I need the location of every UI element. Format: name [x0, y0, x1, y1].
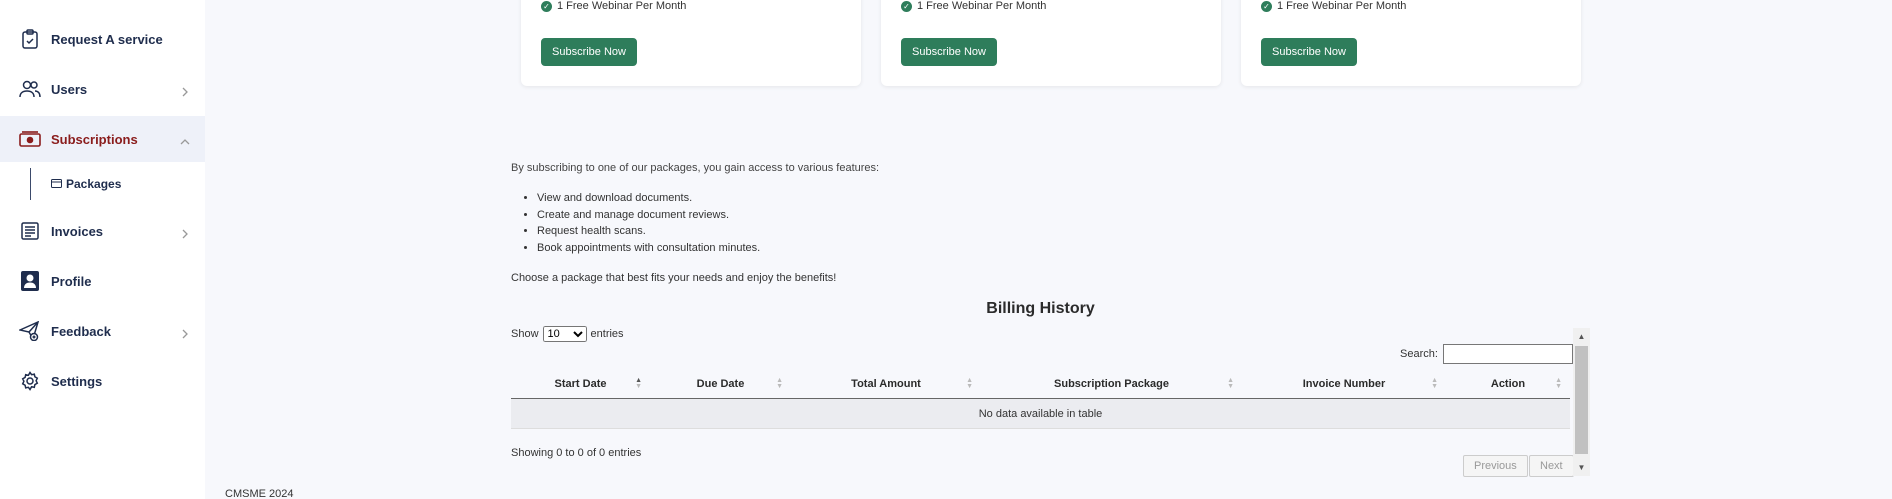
sidebar-item-users[interactable]: Users	[0, 66, 205, 112]
users-icon	[19, 78, 41, 100]
plan-feature: ✓ 1 Free Webinar Per Month	[901, 0, 1046, 12]
list-item: Book appointments with consultation minu…	[537, 240, 760, 257]
sidebar-subitem-label: Packages	[66, 177, 122, 191]
previous-button[interactable]: Previous	[1463, 455, 1528, 477]
intro-text: By subscribing to one of our packages, y…	[511, 162, 880, 174]
next-button[interactable]: Next	[1529, 455, 1574, 477]
feature-list: View and download documents. Create and …	[537, 190, 760, 256]
sort-asc-icon: ▲ ▼	[635, 377, 642, 390]
plan-feature: ✓ 1 Free Webinar Per Month	[541, 0, 686, 12]
clipboard-icon	[19, 28, 41, 50]
column-header-invoice-number[interactable]: Invoice Number ▲ ▼	[1242, 370, 1446, 398]
sidebar-item-label: Invoices	[51, 223, 104, 239]
list-item: View and download documents.	[537, 190, 760, 207]
plan-card: ✓ 1 Free Webinar Per Month Subscribe Now	[881, 0, 1221, 86]
sort-icon: ▲ ▼	[776, 377, 783, 390]
scroll-down-icon[interactable]: ▼	[1573, 459, 1590, 476]
subscribe-button[interactable]: Subscribe Now	[901, 38, 997, 66]
column-header-subscription-package[interactable]: Subscription Package ▲ ▼	[981, 370, 1242, 398]
footer-text: CMSME 2024	[225, 488, 294, 499]
scroll-up-icon[interactable]: ▲	[1573, 328, 1590, 345]
sidebar: Request A service Users Subscriptions Pa…	[0, 0, 205, 499]
entries-length-control: Show 10 entries	[511, 326, 624, 342]
billing-title: Billing History	[986, 300, 1095, 317]
entries-label: entries	[590, 328, 624, 340]
sidebar-item-label: Subscriptions	[51, 131, 138, 147]
sidebar-item-profile[interactable]: Profile	[0, 258, 205, 304]
subscribe-button[interactable]: Subscribe Now	[1261, 38, 1357, 66]
profile-icon	[19, 270, 41, 292]
sort-icon: ▲ ▼	[1431, 377, 1438, 390]
gear-icon	[19, 370, 41, 392]
scrollbar-thumb[interactable]	[1575, 346, 1588, 454]
plan-feature: ✓ 1 Free Webinar Per Month	[1261, 0, 1406, 12]
billing-table: Start Date ▲ ▼ Due Date ▲ ▼ Total Amount ▲…	[511, 370, 1570, 429]
sidebar-item-label: Feedback	[51, 323, 111, 339]
sidebar-item-request-service[interactable]: Request A service	[0, 16, 205, 62]
column-header-action[interactable]: Action ▲ ▼	[1446, 370, 1570, 398]
sidebar-item-feedback[interactable]: Feedback	[0, 308, 205, 354]
list-item: Request health scans.	[537, 223, 760, 240]
search-label: Search:	[1400, 348, 1438, 360]
search-input[interactable]	[1442, 344, 1573, 364]
list-item: Create and manage document reviews.	[537, 207, 760, 224]
table-header: Start Date ▲ ▼ Due Date ▲ ▼ Total Amount ▲…	[511, 370, 1570, 399]
sidebar-item-label: Profile	[51, 273, 92, 289]
table-info: Showing 0 to 0 of 0 entries	[511, 447, 642, 459]
sidebar-item-label: Request A service	[51, 31, 163, 47]
sort-icon: ▲ ▼	[1227, 377, 1234, 390]
invoice-icon	[19, 220, 41, 242]
money-icon	[19, 128, 41, 150]
sidebar-item-settings[interactable]: Settings	[0, 358, 205, 404]
choose-text: Choose a package that best fits your nee…	[511, 272, 837, 284]
check-circle-icon: ✓	[1261, 0, 1272, 12]
sort-icon: ▲ ▼	[1555, 377, 1562, 390]
table-empty-row: No data available in table	[511, 399, 1570, 429]
plan-card: ✓ 1 Free Webinar Per Month Subscribe Now	[521, 0, 861, 86]
chevron-right-icon	[180, 84, 190, 97]
subscribe-button[interactable]: Subscribe Now	[541, 38, 637, 66]
chevron-up-icon	[180, 134, 190, 145]
column-header-total-amount[interactable]: Total Amount ▲ ▼	[791, 370, 981, 398]
sidebar-item-subscriptions[interactable]: Subscriptions	[0, 116, 205, 162]
sidebar-item-label: Settings	[51, 373, 103, 389]
sidebar-item-invoices[interactable]: Invoices	[0, 208, 205, 254]
sidebar-item-label: Users	[51, 81, 88, 97]
sidebar-subitem-packages[interactable]: Packages	[51, 174, 121, 194]
card-icon	[51, 175, 62, 193]
column-header-due-date[interactable]: Due Date ▲ ▼	[650, 370, 791, 398]
sort-icon: ▲ ▼	[966, 377, 973, 390]
table-search: Search:	[1400, 344, 1573, 364]
paper-plane-icon	[19, 320, 41, 342]
chevron-right-icon	[180, 326, 190, 339]
check-circle-icon: ✓	[541, 0, 552, 12]
submenu-line	[30, 168, 31, 200]
show-label: Show	[511, 328, 539, 340]
entries-select[interactable]: 10	[542, 326, 587, 342]
plan-card: ✓ 1 Free Webinar Per Month Subscribe Now	[1241, 0, 1581, 86]
chevron-right-icon	[180, 226, 190, 239]
scrollbar[interactable]: ▲ ▼	[1573, 328, 1590, 476]
column-header-start-date[interactable]: Start Date ▲ ▼	[511, 370, 650, 398]
check-circle-icon: ✓	[901, 0, 912, 12]
